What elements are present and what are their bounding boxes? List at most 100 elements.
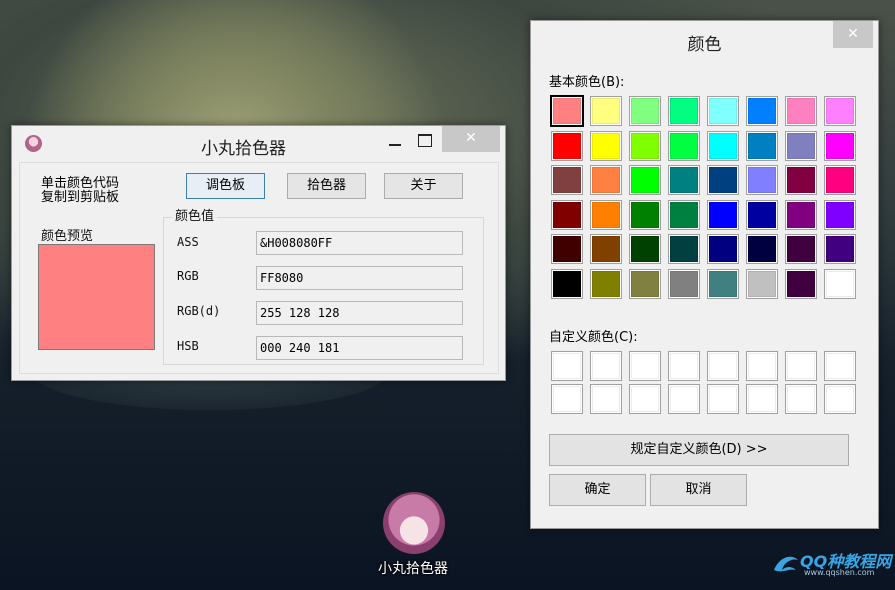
basic-color-swatch[interactable] (824, 234, 856, 264)
basic-color-swatch[interactable] (551, 234, 583, 264)
basic-color-swatch[interactable] (668, 234, 700, 264)
hsb-value-field[interactable]: 000 240 181 (256, 336, 463, 360)
color-values-title: 颜色值 (172, 209, 218, 225)
basic-color-swatch[interactable] (824, 130, 856, 161)
picker-window: 小丸拾色器 ✕ 单击颜色代码 复制到剪贴板 调色板 拾色器 关于 颜色预览 颜色… (11, 125, 506, 381)
close-icon[interactable]: ✕ (833, 21, 873, 48)
basic-color-swatch[interactable] (746, 165, 778, 195)
basic-color-swatch[interactable] (824, 165, 856, 195)
ass-label: ASS (177, 235, 199, 249)
basic-color-swatch[interactable] (668, 199, 700, 230)
basic-color-swatch[interactable] (590, 130, 622, 161)
basic-color-swatch[interactable] (590, 199, 622, 230)
custom-color-swatch[interactable] (707, 351, 739, 381)
custom-color-swatch[interactable] (551, 351, 583, 381)
basic-color-swatch[interactable] (629, 199, 661, 230)
basic-color-swatch[interactable] (590, 165, 622, 195)
basic-color-swatch[interactable] (707, 130, 739, 161)
ok-button[interactable]: 确定 (549, 474, 646, 506)
basic-color-swatch[interactable] (746, 268, 778, 299)
basic-color-swatch[interactable] (668, 268, 700, 299)
about-button[interactable]: 关于 (384, 173, 463, 199)
basic-color-swatch[interactable] (629, 268, 661, 299)
basic-color-swatch[interactable] (629, 96, 661, 126)
maximize-icon[interactable] (414, 131, 436, 149)
ass-value-field[interactable]: &H008080FF (256, 231, 463, 255)
basic-color-swatch[interactable] (785, 165, 817, 195)
basic-color-swatch[interactable] (551, 130, 583, 161)
preview-label: 颜色预览 (41, 229, 94, 244)
basic-color-swatch[interactable] (746, 199, 778, 230)
basic-color-swatch[interactable] (550, 95, 584, 127)
custom-color-swatch[interactable] (551, 384, 583, 414)
copy-hint: 单击颜色代码 复制到剪贴板 (41, 177, 119, 205)
custom-color-swatch[interactable] (668, 351, 700, 381)
watermark: QQ种教程网 www.qqshen.com (770, 548, 891, 582)
basic-color-swatch[interactable] (746, 234, 778, 264)
custom-color-swatch[interactable] (746, 384, 778, 414)
basic-color-swatch[interactable] (707, 234, 739, 264)
watermark-logo-icon (774, 556, 798, 572)
custom-color-swatch[interactable] (590, 384, 622, 414)
basic-color-swatch[interactable] (629, 165, 661, 195)
custom-color-swatch[interactable] (746, 351, 778, 381)
custom-color-swatch[interactable] (707, 384, 739, 414)
basic-color-swatch[interactable] (590, 234, 622, 264)
picker-titlebar[interactable]: 小丸拾色器 ✕ (12, 126, 505, 160)
basic-color-swatch[interactable] (551, 165, 583, 195)
define-custom-colors-button[interactable]: 规定自定义颜色(D) >> (549, 434, 849, 466)
hsb-label: HSB (177, 339, 199, 353)
custom-color-swatch[interactable] (785, 351, 817, 381)
custom-color-swatch[interactable] (668, 384, 700, 414)
picker-button[interactable]: 拾色器 (287, 173, 366, 199)
basic-color-swatch[interactable] (629, 234, 661, 264)
basic-color-swatch[interactable] (785, 234, 817, 264)
basic-color-swatch[interactable] (668, 96, 700, 126)
custom-color-swatch[interactable] (629, 384, 661, 414)
copy-hint-line: 单击颜色代码 (41, 176, 120, 191)
basic-color-swatch[interactable] (590, 268, 622, 299)
rgb-value-field[interactable]: FF8080 (256, 266, 463, 290)
basic-color-swatch[interactable] (707, 96, 739, 126)
custom-colors-label: 自定义颜色(C): (549, 330, 638, 345)
basic-color-swatch[interactable] (551, 199, 583, 230)
basic-color-swatch[interactable] (590, 96, 622, 126)
custom-color-swatch[interactable] (824, 384, 856, 414)
custom-color-swatch[interactable] (824, 351, 856, 381)
color-dialog: 颜色 ✕ 基本颜色(B): 自定义颜色(C): 规定自定义颜色(D) >> 确定… (530, 20, 879, 529)
custom-color-swatch[interactable] (629, 351, 661, 381)
cancel-button[interactable]: 取消 (650, 474, 747, 506)
palette-button[interactable]: 调色板 (186, 173, 265, 199)
basic-color-swatch[interactable] (707, 268, 739, 299)
basic-color-swatch[interactable] (824, 96, 856, 126)
watermark-url: www.qqshen.com (804, 568, 875, 577)
basic-color-swatch[interactable] (629, 130, 661, 161)
basic-color-swatch[interactable] (824, 268, 856, 299)
basic-color-swatch[interactable] (707, 165, 739, 195)
basic-color-swatch[interactable] (785, 268, 817, 299)
basic-color-swatch[interactable] (707, 199, 739, 230)
picker-client: 单击颜色代码 复制到剪贴板 调色板 拾色器 关于 颜色预览 颜色值 ASS &H… (19, 162, 499, 374)
rgb-label: RGB (177, 269, 199, 283)
color-values-group: 颜色值 ASS &H008080FF RGB FF8080 RGB(d) 255… (163, 209, 484, 365)
basic-color-swatch[interactable] (824, 199, 856, 230)
basic-color-swatch[interactable] (746, 130, 778, 161)
basic-color-swatch[interactable] (551, 268, 583, 299)
basic-colors-label: 基本颜色(B): (549, 75, 625, 90)
minimize-icon[interactable] (384, 134, 406, 152)
basic-color-swatch[interactable] (785, 96, 817, 126)
basic-color-swatch[interactable] (746, 96, 778, 126)
basic-color-swatch[interactable] (785, 130, 817, 161)
custom-color-swatch[interactable] (785, 384, 817, 414)
close-icon[interactable]: ✕ (442, 126, 500, 152)
picker-app-icon[interactable] (383, 492, 445, 554)
basic-color-swatch[interactable] (668, 130, 700, 161)
desktop-icon-label[interactable]: 小丸拾色器 (360, 558, 466, 578)
copy-hint-line: 复制到剪贴板 (41, 190, 120, 205)
basic-color-swatch[interactable] (668, 165, 700, 195)
rgb-decimal-value-field[interactable]: 255 128 128 (256, 301, 463, 325)
dialog-title: 颜色 (687, 35, 722, 55)
custom-color-swatch[interactable] (590, 351, 622, 381)
rgb-decimal-label: RGB(d) (177, 304, 221, 318)
basic-color-swatch[interactable] (785, 199, 817, 230)
